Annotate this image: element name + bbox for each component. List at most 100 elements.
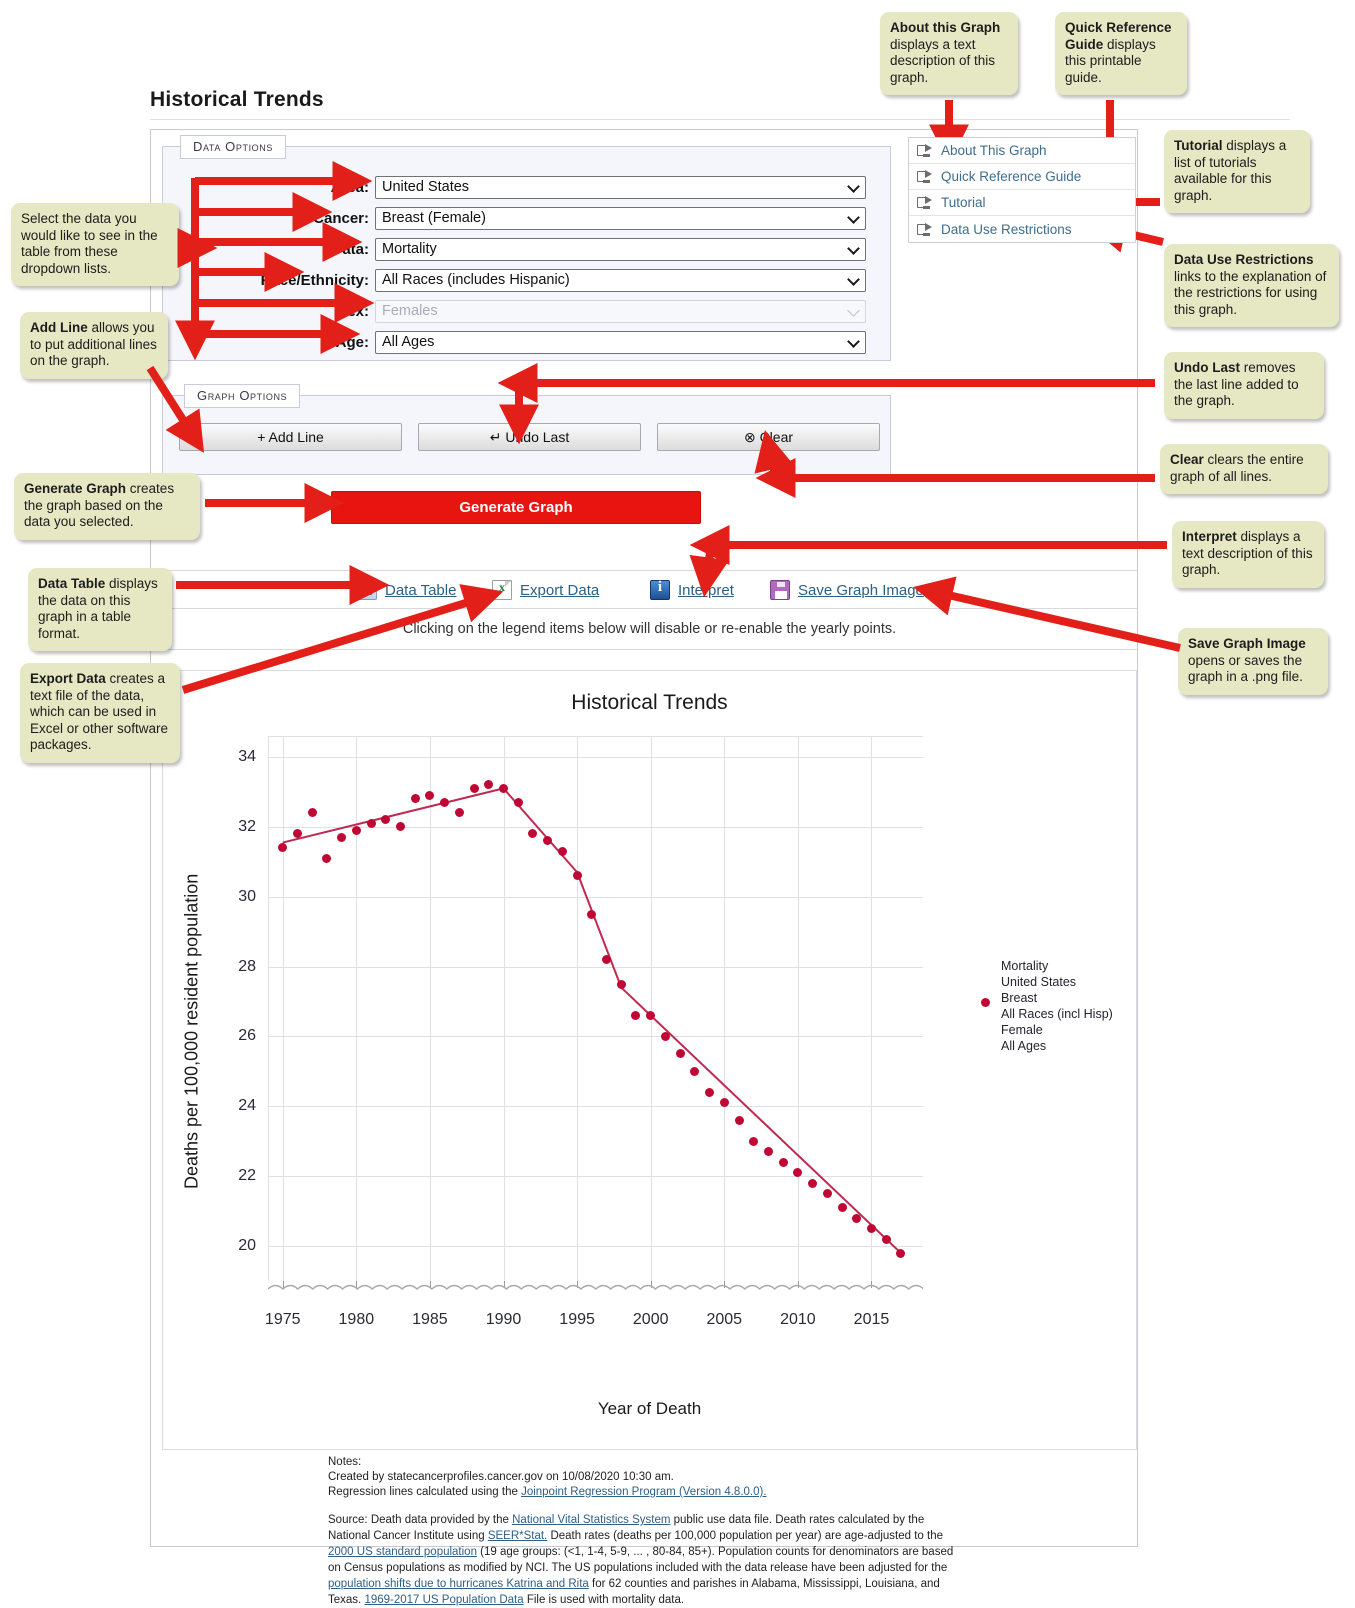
data-select[interactable]: Mortality (375, 238, 866, 261)
callout-about-this-graph: About this Graph displays a text descrip… (880, 12, 1018, 95)
graph-toolbar: Data Table Export Data Interpret Save Gr… (162, 570, 1137, 609)
field-row-race: Race/Ethnicity: All Races (includes Hisp… (151, 269, 1137, 293)
data-point[interactable] (881, 1234, 891, 1244)
side-link-about-this-graph[interactable]: About This Graph (909, 138, 1135, 164)
legend-hint-text: Clicking on the legend items below will … (162, 609, 1137, 650)
data-point[interactable] (734, 1115, 744, 1125)
callout-generate-graph: Generate Graph creates the graph based o… (14, 473, 200, 540)
callout-select-data: Select the data you would like to see in… (11, 203, 179, 286)
side-link-data-use-restrictions[interactable]: Data Use Restrictions (909, 216, 1135, 242)
area-select[interactable]: United States (375, 176, 866, 199)
data-point[interactable] (778, 1157, 788, 1167)
area-label: Area: (330, 179, 369, 196)
data-point[interactable] (307, 808, 317, 818)
data-point[interactable] (351, 825, 361, 835)
data-point[interactable] (337, 832, 347, 842)
undo-last-button[interactable]: ↵ Undo Last (418, 423, 641, 451)
callout-quick-reference: Quick Reference Guide displays this prin… (1055, 12, 1187, 95)
interpret-link[interactable]: Interpret (650, 579, 734, 601)
callout-about-rest: displays a text description of this grap… (890, 36, 996, 85)
y-tick-label: 32 (238, 817, 256, 835)
page-title: Historical Trends (150, 88, 324, 111)
data-point[interactable] (852, 1213, 862, 1223)
data-point[interactable] (513, 797, 523, 807)
side-link-label: Quick Reference Guide (941, 169, 1082, 184)
clear-button[interactable]: ⊗ Clear (657, 423, 880, 451)
callout-savegraph-rest: opens or saves the graph in a .png file. (1188, 652, 1303, 685)
data-table-label: Data Table (385, 581, 457, 599)
side-link-tutorial[interactable]: Tutorial (909, 190, 1135, 216)
chevron-down-icon (847, 179, 860, 193)
callout-undolast-bold: Undo Last (1174, 360, 1240, 375)
data-table-link[interactable]: Data Table (357, 579, 456, 601)
callout-tutorial: Tutorial displays a list of tutorials av… (1164, 130, 1310, 213)
area-value: United States (382, 179, 470, 195)
field-row-age: Age: All Ages (151, 331, 1137, 355)
race-ethnicity-select[interactable]: All Races (includes Hispanic) (375, 269, 866, 292)
callout-generate-bold: Generate Graph (24, 481, 127, 496)
source-link[interactable]: 2000 US standard population (328, 1546, 477, 1558)
y-tick-label: 34 (238, 747, 256, 765)
source-link[interactable]: National Vital Statistics System (512, 1514, 670, 1526)
data-value: Mortality (382, 241, 437, 257)
source-link[interactable]: 1969-2017 US Population Data (364, 1594, 523, 1606)
data-point[interactable] (808, 1178, 818, 1188)
callout-save-graph-image: Save Graph Image opens or saves the grap… (1178, 628, 1328, 695)
regression-segment (620, 986, 902, 1254)
side-link-label: About This Graph (941, 143, 1047, 158)
save-graph-image-label: Save Graph Image (798, 581, 924, 599)
save-graph-image-link[interactable]: Save Graph Image (770, 579, 924, 601)
data-point[interactable] (660, 1031, 670, 1041)
data-point[interactable] (837, 1203, 847, 1213)
legend-line: Mortality (1001, 959, 1049, 973)
joinpoint-link[interactable]: Joinpoint Regression Program (Version 4.… (521, 1486, 766, 1498)
x-tick-label: 1995 (559, 1311, 595, 1328)
notes-heading: Notes: (328, 1456, 362, 1468)
source-link[interactable]: SEER*Stat. (488, 1530, 547, 1542)
callout-interpret: Interpret displays a text description of… (1172, 521, 1324, 588)
data-point[interactable] (616, 979, 626, 989)
excel-export-icon (492, 580, 512, 600)
data-point[interactable] (587, 909, 597, 919)
side-link-quick-reference-guide[interactable]: Quick Reference Guide (909, 164, 1135, 190)
cancer-label: Cancer: (313, 210, 369, 227)
data-point[interactable] (366, 818, 376, 828)
side-link-label: Data Use Restrictions (941, 221, 1072, 237)
data-point[interactable] (675, 1049, 685, 1059)
x-axis-label: Year of Death (597, 1399, 702, 1418)
regression-trendline (282, 787, 902, 1254)
add-line-button[interactable]: + Add Line (179, 423, 402, 451)
external-link-icon (917, 196, 932, 209)
callout-selectdata-rest: Select the data you would like to see in… (21, 211, 158, 276)
chart-card: Historical Trends Deaths per 100,000 res… (162, 670, 1137, 1450)
data-point[interactable] (469, 783, 479, 793)
floppy-save-icon (770, 580, 790, 600)
y-tick-label: 22 (238, 1167, 256, 1185)
data-point[interactable] (572, 871, 582, 881)
y-tick-label: 28 (238, 957, 256, 975)
callout-datause-rest: links to the explanation of the restrict… (1174, 268, 1327, 317)
x-tick-label: 1975 (264, 1311, 301, 1328)
legend-line: All Ages (1001, 1039, 1047, 1053)
data-point[interactable] (557, 846, 567, 856)
data-point[interactable] (866, 1224, 876, 1234)
graph-options-legend: Graph Options (184, 384, 301, 408)
data-point[interactable] (822, 1189, 832, 1199)
chevron-down-icon (847, 303, 860, 317)
y-tick-label: 24 (238, 1097, 256, 1115)
export-data-label: Export Data (520, 581, 600, 599)
data-point[interactable] (499, 783, 508, 793)
data-point[interactable] (440, 797, 450, 807)
source-link[interactable]: population shifts due to hurricanes Katr… (328, 1578, 589, 1590)
sex-label: Sex: (337, 303, 369, 320)
age-select[interactable]: All Ages (375, 331, 866, 354)
export-data-link[interactable]: Export Data (492, 579, 599, 601)
notes-regression-text: Regression lines calculated using the (328, 1486, 522, 1498)
generate-graph-button[interactable]: Generate Graph (331, 491, 701, 524)
sex-value: Females (382, 303, 438, 319)
data-point[interactable] (705, 1087, 715, 1097)
data-point[interactable] (896, 1248, 906, 1258)
data-point[interactable] (749, 1136, 759, 1146)
callout-savegraph-bold: Save Graph Image (1188, 636, 1306, 651)
cancer-select[interactable]: Breast (Female) (375, 207, 866, 230)
